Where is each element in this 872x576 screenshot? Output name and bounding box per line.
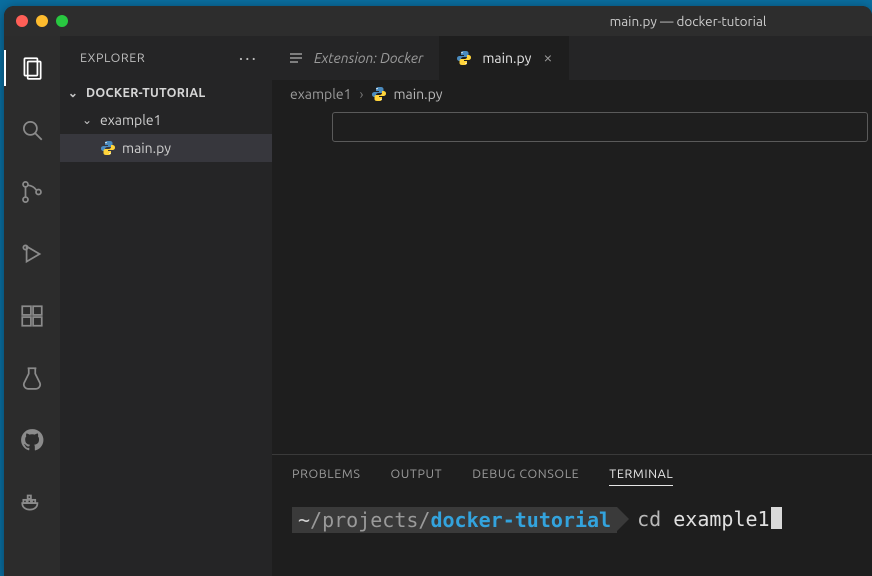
explorer-icon[interactable]	[4, 46, 60, 90]
sidebar-more-icon[interactable]: ···	[239, 48, 258, 68]
workspace-section[interactable]: ⌄ DOCKER-TUTORIAL	[60, 80, 272, 106]
window-title: main.py — docker-tutorial	[4, 13, 872, 29]
python-file-icon	[100, 140, 116, 156]
terminal-command: cd example1	[637, 507, 769, 531]
terminal-prompt-path: ~/projects/docker-tutorial	[292, 507, 617, 533]
panel-tab-problems[interactable]: PROBLEMS	[292, 467, 360, 485]
vscode-window: main.py — docker-tutorial	[4, 6, 872, 576]
close-tab-icon[interactable]: ×	[543, 49, 552, 67]
list-icon	[288, 50, 304, 66]
sidebar-header: EXPLORER ···	[60, 36, 272, 80]
window-controls	[16, 15, 68, 27]
tree-folder-label: example1	[100, 112, 162, 128]
chevron-down-icon: ⌄	[66, 86, 80, 100]
explorer-sidebar: EXPLORER ··· ⌄ DOCKER-TUTORIAL ⌄ example…	[60, 36, 272, 576]
panel-tab-output[interactable]: OUTPUT	[390, 467, 442, 485]
prompt-arrow-icon	[617, 507, 629, 531]
source-control-icon[interactable]	[4, 170, 60, 214]
testing-icon[interactable]	[4, 356, 60, 400]
main-area: EXPLORER ··· ⌄ DOCKER-TUTORIAL ⌄ example…	[4, 36, 872, 576]
tab-main-py[interactable]: main.py ×	[440, 36, 569, 80]
workspace-name: DOCKER-TUTORIAL	[86, 86, 206, 100]
tab-label: main.py	[482, 50, 531, 66]
terminal-cursor	[771, 507, 782, 529]
python-file-icon	[456, 50, 472, 66]
panel-tab-debug-console[interactable]: DEBUG CONSOLE	[472, 467, 579, 485]
close-window-icon[interactable]	[16, 15, 28, 27]
title-bar[interactable]: main.py — docker-tutorial	[4, 6, 872, 36]
tab-extension-docker[interactable]: Extension: Docker	[272, 36, 440, 80]
chevron-down-icon: ⌄	[80, 113, 94, 127]
editor-tab-bar: Extension: Docker main.py ×	[272, 36, 872, 80]
sidebar-title: EXPLORER	[80, 51, 145, 65]
activity-bar	[4, 36, 60, 576]
breadcrumb-segment[interactable]: example1	[290, 86, 352, 102]
search-icon[interactable]	[4, 108, 60, 152]
editor-area: Extension: Docker main.py × example1 ›	[272, 36, 872, 576]
github-icon[interactable]	[4, 418, 60, 462]
run-debug-icon[interactable]	[4, 232, 60, 276]
panel-tab-terminal[interactable]: TERMINAL	[609, 467, 673, 486]
docker-icon[interactable]	[4, 480, 60, 524]
panel-tab-bar: PROBLEMS OUTPUT DEBUG CONSOLE TERMINAL	[272, 455, 872, 497]
editor-body[interactable]	[272, 108, 872, 454]
editor-input-outline[interactable]	[332, 112, 868, 142]
tree-file-label: main.py	[122, 140, 171, 156]
tree-folder-example1[interactable]: ⌄ example1	[60, 106, 272, 134]
maximize-window-icon[interactable]	[56, 15, 68, 27]
breadcrumbs[interactable]: example1 › main.py	[272, 80, 872, 108]
python-file-icon	[371, 86, 387, 102]
minimize-window-icon[interactable]	[36, 15, 48, 27]
bottom-panel: PROBLEMS OUTPUT DEBUG CONSOLE TERMINAL ~…	[272, 454, 872, 576]
breadcrumb-segment[interactable]: main.py	[371, 86, 442, 102]
extensions-icon[interactable]	[4, 294, 60, 338]
tab-label: Extension: Docker	[314, 50, 423, 66]
tree-file-main-py[interactable]: main.py	[60, 134, 272, 162]
chevron-right-icon: ›	[360, 86, 364, 102]
terminal[interactable]: ~/projects/docker-tutorial cd example1	[272, 497, 872, 576]
